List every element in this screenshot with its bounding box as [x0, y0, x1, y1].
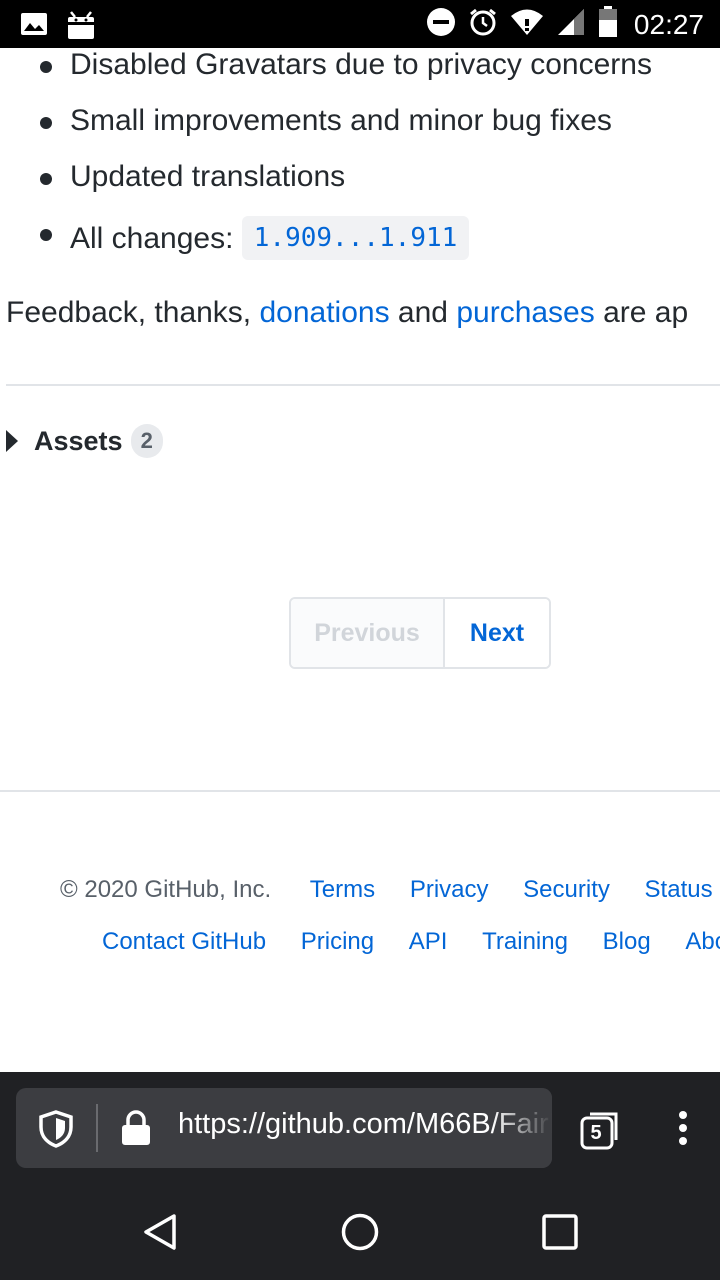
- browser-toolbar: https://github.com/M66B/FairEmail 5: [0, 1072, 720, 1184]
- home-icon[interactable]: [340, 1212, 380, 1257]
- assets-label: Assets: [34, 425, 123, 456]
- tracking-protection-shield-icon[interactable]: [38, 1110, 74, 1153]
- do-not-disturb-icon: [426, 7, 456, 42]
- feedback-text: Feedback, thanks, donations and purchase…: [6, 296, 689, 329]
- tab-count: 5: [590, 1121, 602, 1144]
- url-fade: [492, 1088, 552, 1168]
- footer-link-api[interactable]: API: [409, 928, 448, 956]
- next-button[interactable]: Next: [445, 599, 549, 667]
- list-item: All changes: 1.909...1.911: [40, 216, 652, 274]
- footer-link-privacy[interactable]: Privacy: [410, 876, 489, 904]
- url-divider: [96, 1104, 98, 1152]
- compare-link[interactable]: 1.909...1.911: [241, 216, 470, 260]
- release-page: Disabled Gravatars due to privacy concer…: [0, 48, 720, 1072]
- back-icon[interactable]: [140, 1212, 180, 1257]
- footer-link-training[interactable]: Training: [482, 928, 568, 956]
- wifi-icon: [510, 7, 544, 42]
- footer-link-contact[interactable]: Contact GitHub: [102, 928, 266, 956]
- footer-row-2: Contact GitHub Pricing API Training Blog…: [102, 928, 720, 956]
- lock-icon[interactable]: [120, 1110, 152, 1151]
- battery-icon: [598, 6, 618, 43]
- assets-count-badge: 2: [130, 424, 163, 458]
- image-icon: [20, 10, 48, 43]
- system-nav-bar: [0, 1184, 720, 1280]
- signal-icon: [556, 7, 586, 42]
- purchases-link[interactable]: purchases: [456, 296, 594, 329]
- url-bar[interactable]: https://github.com/M66B/FairEmail: [16, 1088, 552, 1168]
- pagination: Previous Next: [289, 597, 551, 669]
- footer-link-terms[interactable]: Terms: [310, 876, 375, 904]
- footer-divider: [0, 790, 720, 792]
- footer-link-security[interactable]: Security: [523, 876, 610, 904]
- disclosure-triangle-icon: [6, 430, 18, 452]
- list-item: Updated translations: [40, 162, 652, 218]
- footer-link-pricing[interactable]: Pricing: [301, 928, 374, 956]
- footer-row-1: © 2020 GitHub, Inc. Terms Privacy Securi…: [60, 876, 720, 904]
- status-bar: 02:27: [0, 0, 720, 48]
- footer-link-about[interactable]: Abou: [685, 928, 720, 956]
- list-item: Small improvements and minor bug fixes: [40, 106, 652, 162]
- copyright: © 2020 GitHub, Inc.: [60, 876, 272, 903]
- divider: [6, 384, 720, 386]
- overflow-menu-icon[interactable]: [676, 1110, 690, 1151]
- release-notes-list: Disabled Gravatars due to privacy concer…: [40, 48, 652, 274]
- assets-toggle[interactable]: Assets 2: [6, 424, 163, 458]
- recent-apps-icon[interactable]: [542, 1214, 578, 1255]
- android-icon: [66, 8, 96, 45]
- alarm-icon: [468, 7, 498, 42]
- donations-link[interactable]: donations: [259, 296, 389, 329]
- list-item: Disabled Gravatars due to privacy concer…: [40, 50, 652, 106]
- footer-link-status[interactable]: Status: [645, 876, 713, 904]
- status-time: 02:27: [633, 8, 704, 40]
- previous-button: Previous: [291, 599, 445, 667]
- footer-link-blog[interactable]: Blog: [603, 928, 651, 956]
- all-changes-label: All changes:: [70, 222, 234, 255]
